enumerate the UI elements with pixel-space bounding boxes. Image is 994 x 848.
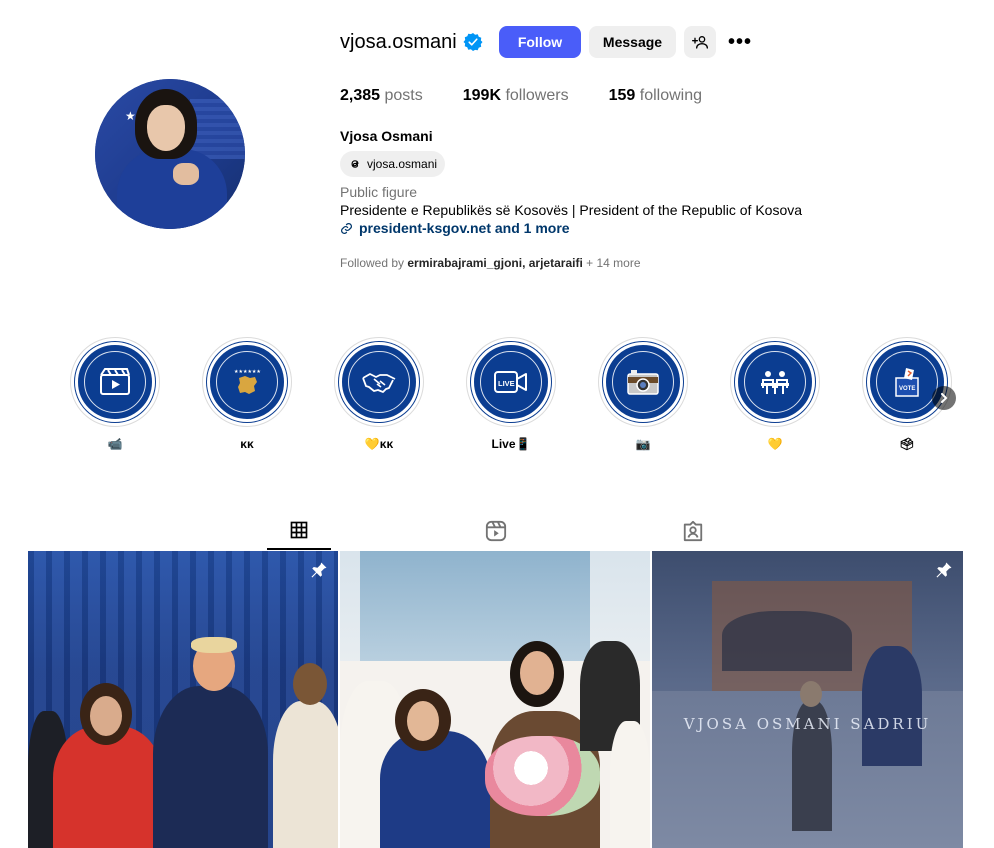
- followed-by-prefix: Followed by: [340, 256, 405, 270]
- following-label: following: [639, 87, 703, 104]
- highlight-cover: ★★★★★★: [207, 342, 287, 422]
- post-head: [293, 663, 327, 705]
- threads-icon: [351, 160, 359, 168]
- post-face: [90, 696, 122, 736]
- grid-icon: [290, 521, 308, 539]
- highlight-ring: [334, 337, 424, 427]
- avatar-body: [117, 149, 227, 229]
- avatar-hand: [173, 163, 199, 185]
- follow-button[interactable]: Follow: [499, 26, 581, 58]
- highlight-cover: LIVE: [471, 342, 551, 422]
- highlight-label: 🗳: [899, 437, 915, 451]
- post-thumbnail[interactable]: [340, 551, 650, 848]
- profile-avatar[interactable]: ★: [95, 79, 245, 229]
- posts-count: 2,385: [340, 87, 381, 104]
- highlight-ring: [598, 337, 688, 427]
- add-user-icon: [692, 36, 708, 49]
- profile-tabs: [28, 512, 964, 550]
- following-stat[interactable]: 159 following: [609, 87, 702, 105]
- highlight-label: ᴋᴋ: [240, 437, 254, 451]
- highlight-item[interactable]: ★★★★★★ ᴋᴋ: [202, 337, 292, 451]
- highlight-cover: [75, 342, 155, 422]
- followed-by-names: ermirabajrami_gjoni, arjetaraifi: [407, 256, 583, 270]
- post-audience: [722, 611, 852, 671]
- profile-link-text: president-ksgov.net and 1 more: [359, 220, 570, 236]
- highlight-label: 💛ᴋᴋ: [364, 437, 394, 451]
- threads-handle: vjosa.osmani: [367, 157, 438, 171]
- highlight-ring: [730, 337, 820, 427]
- pinned-icon: [311, 562, 327, 578]
- post-face: [520, 651, 554, 695]
- highlight-cover: VOTE: [867, 342, 947, 422]
- highlight-label: 📹: [107, 437, 123, 451]
- profile-bio: Presidente e Republikës së Kosovës | Pre…: [340, 202, 803, 218]
- reels-icon: [485, 520, 507, 542]
- username: vjosa.osmani: [340, 30, 457, 53]
- avatar-face: [147, 105, 185, 151]
- link-icon: [341, 222, 352, 234]
- followed-by[interactable]: Followed by ermirabajrami_gjoni, arjetar…: [340, 256, 641, 270]
- post-person: [862, 646, 922, 766]
- followers-label: followers: [505, 87, 569, 104]
- pinned-icon: [936, 562, 952, 578]
- suggested-users-button[interactable]: [684, 26, 716, 58]
- highlight-item[interactable]: 💛ᴋᴋ: [334, 337, 424, 451]
- tab-posts[interactable]: [267, 512, 331, 550]
- followers-stat[interactable]: 199K followers: [463, 87, 569, 105]
- tagged-icon: [683, 520, 703, 542]
- post-overlay-text: VJOSA OSMANI SADRIU: [683, 715, 932, 733]
- post-head: [800, 681, 822, 707]
- post-window: [360, 551, 590, 661]
- verified-badge-icon: [463, 33, 483, 51]
- post-face: [407, 701, 439, 741]
- highlight-item[interactable]: 📷: [598, 337, 688, 451]
- highlight-label: 📷: [635, 437, 651, 451]
- chevron-right-icon: [941, 393, 948, 403]
- highlight-ring: LIVE: [466, 337, 556, 427]
- following-count: 159: [608, 87, 636, 104]
- highlight-item[interactable]: 💛: [730, 337, 820, 451]
- highlight-item[interactable]: 📹: [70, 337, 160, 451]
- post-thumbnail[interactable]: [28, 551, 338, 848]
- highlight-cover: [339, 342, 419, 422]
- post-person: [153, 686, 268, 848]
- posts-stat: 2,385 posts: [340, 87, 423, 105]
- highlight-cover: [603, 342, 683, 422]
- avatar-chairs: [190, 99, 245, 159]
- highlight-label: Live📱: [491, 437, 531, 451]
- post-person: [273, 701, 338, 848]
- profile-link[interactable]: president-ksgov.net and 1 more: [340, 220, 570, 236]
- post-thumbnail[interactable]: VJOSA OSMANI SADRIU: [652, 551, 963, 848]
- highlight-ring: [70, 337, 160, 427]
- highlight-item[interactable]: LIVE Live📱: [466, 337, 556, 451]
- highlight-ring: VOTE: [862, 337, 952, 427]
- tab-tagged[interactable]: [661, 512, 725, 550]
- highlight-ring: ★★★★★★: [202, 337, 292, 427]
- highlights-next-button[interactable]: [932, 386, 956, 410]
- highlight-label: 💛: [767, 437, 783, 451]
- username-row: vjosa.osmani: [340, 26, 483, 58]
- story-highlights: 📹 ★★★★★★ ᴋᴋ 💛ᴋᴋ LIVE Live📱 📷 💛 VOTE 🗳: [60, 337, 960, 457]
- post-hair: [191, 637, 237, 653]
- followers-count: 199K: [462, 87, 501, 104]
- post-person: [610, 721, 650, 848]
- profile-stats: 2,385 posts 199K followers 159 following: [340, 87, 742, 105]
- highlight-cover: [735, 342, 815, 422]
- threads-badge[interactable]: vjosa.osmani: [340, 151, 446, 177]
- full-name: Vjosa Osmani: [340, 128, 433, 144]
- posts-label: posts: [384, 87, 423, 104]
- followed-by-more: + 14 more: [586, 256, 641, 270]
- message-button[interactable]: Message: [589, 26, 676, 58]
- profile-category: Public figure: [340, 184, 418, 200]
- more-options-button[interactable]: •••: [724, 26, 756, 58]
- tab-reels[interactable]: [464, 512, 528, 550]
- post-person: [380, 731, 490, 848]
